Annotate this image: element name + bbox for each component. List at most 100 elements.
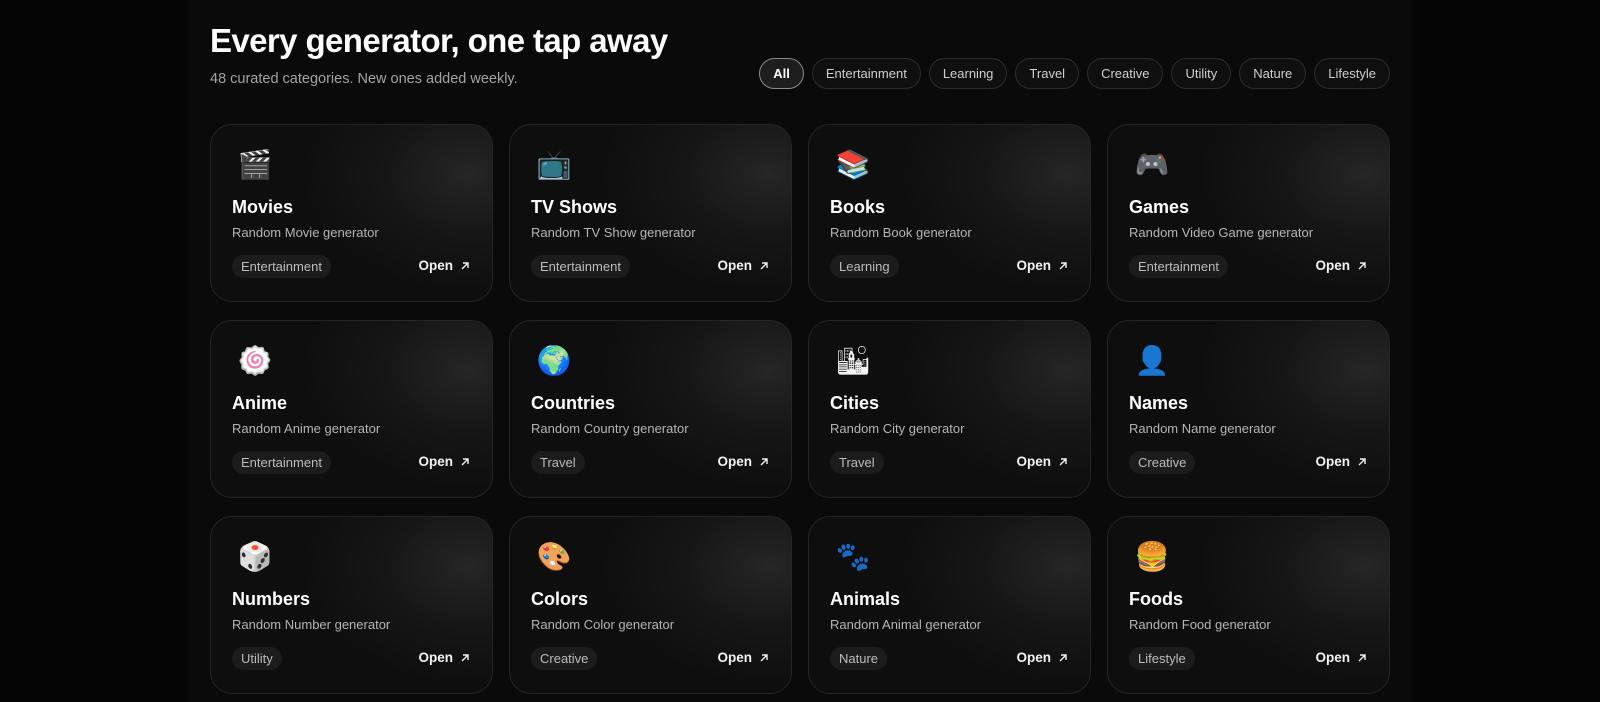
generator-grid: 🎬 Movies Random Movie generator Entertai… [210,124,1390,694]
filter-chip-utility[interactable]: Utility [1171,58,1232,89]
globe-icon: 🌍 [536,344,572,377]
category-tag: Entertainment [531,255,630,278]
paw-prints-icon: 🐾 [835,540,871,573]
card-description: Random Number generator [232,617,391,632]
open-label: Open [418,650,453,665]
arrow-up-right-icon [461,653,469,661]
generator-card-colors[interactable]: 🎨 Colors Random Color generator Creative… [509,516,792,694]
card-title: Foods [1129,589,1183,609]
open-link[interactable]: Open [717,454,769,469]
generator-card-games[interactable]: 🎮 Games Random Video Game generator Ente… [1107,124,1390,302]
category-tag: Creative [531,647,598,670]
card-title: Games [1129,197,1190,217]
category-tag: Lifestyle [1129,647,1195,670]
card-description: Random Country generator [531,421,689,436]
open-link[interactable]: Open [1315,650,1367,665]
card-title: Cities [830,393,880,413]
open-label: Open [1315,258,1350,273]
card-description: Random City generator [830,421,965,436]
arrow-up-right-icon [760,261,768,269]
open-link[interactable]: Open [1016,258,1068,273]
generator-card-names[interactable]: 👤 Names Random Name generator Creative O… [1107,320,1390,498]
card-title: TV Shows [531,197,618,217]
page-subtitle: 48 curated categories. New ones added we… [210,71,518,87]
category-filter-bar: All Entertainment Learning Travel Creati… [759,58,1390,89]
arrow-up-right-icon [1358,653,1366,661]
card-description: Random Video Game generator [1129,225,1314,240]
dice-icon: 🎲 [237,540,273,573]
arrow-up-right-icon [461,457,469,465]
cityscape-icon: 🏙 [835,344,871,377]
card-title: Numbers [232,589,311,609]
open-label: Open [717,454,752,469]
filter-chip-learning[interactable]: Learning [928,58,1008,89]
arrow-up-right-icon [760,457,768,465]
open-label: Open [418,454,453,469]
generator-card-animals[interactable]: 🐾 Animals Random Animal generator Nature… [808,516,1091,694]
filter-chip-entertainment[interactable]: Entertainment [811,58,921,89]
generator-card-movies[interactable]: 🎬 Movies Random Movie generator Entertai… [210,124,493,302]
category-tag: Learning [830,255,899,278]
filter-chip-lifestyle[interactable]: Lifestyle [1314,58,1390,89]
generator-card-tv-shows[interactable]: 📺 TV Shows Random TV Show generator Ente… [509,124,792,302]
card-title: Movies [232,197,294,217]
burger-icon: 🍔 [1134,540,1170,573]
arrow-up-right-icon [1059,653,1067,661]
arrow-up-right-icon [760,653,768,661]
category-tag: Entertainment [232,255,331,278]
clapper-board-icon: 🎬 [237,148,273,181]
card-title: Countries [531,393,616,413]
fish-cake-icon: 🍥 [237,344,273,377]
television-icon: 📺 [536,148,572,181]
generator-card-anime[interactable]: 🍥 Anime Random Anime generator Entertain… [210,320,493,498]
open-label: Open [1016,650,1051,665]
card-description: Random Anime generator [232,421,381,436]
filter-chip-creative[interactable]: Creative [1087,58,1164,89]
filter-chip-travel[interactable]: Travel [1015,58,1080,89]
card-description: Random Food generator [1129,617,1271,632]
generator-card-cities[interactable]: 🏙 Cities Random City generator Travel Op… [808,320,1091,498]
open-label: Open [1016,258,1051,273]
open-link[interactable]: Open [418,650,470,665]
card-title: Anime [232,393,288,413]
category-tag: Nature [830,647,888,670]
open-link[interactable]: Open [717,650,769,665]
generator-card-numbers[interactable]: 🎲 Numbers Random Number generator Utilit… [210,516,493,694]
open-label: Open [1315,454,1350,469]
palette-icon: 🎨 [536,540,572,573]
generator-card-foods[interactable]: 🍔 Foods Random Food generator Lifestyle … [1107,516,1390,694]
open-label: Open [717,258,752,273]
category-tag: Creative [1129,451,1196,474]
arrow-up-right-icon [1358,457,1366,465]
arrow-up-right-icon [461,261,469,269]
open-link[interactable]: Open [1016,650,1068,665]
generator-card-books[interactable]: 📚 Books Random Book generator Learning O… [808,124,1091,302]
category-tag: Travel [531,451,585,474]
card-description: Random TV Show generator [531,225,696,240]
card-description: Random Movie generator [232,225,379,240]
open-link[interactable]: Open [418,454,470,469]
open-link[interactable]: Open [1315,258,1367,273]
arrow-up-right-icon [1358,261,1366,269]
open-label: Open [1315,650,1350,665]
card-title: Animals [830,589,901,609]
open-label: Open [418,258,453,273]
category-tag: Travel [830,451,884,474]
open-link[interactable]: Open [418,258,470,273]
open-link[interactable]: Open [717,258,769,273]
card-title: Colors [531,589,589,609]
game-controller-icon: 🎮 [1134,148,1170,181]
books-icon: 📚 [835,148,871,181]
arrow-up-right-icon [1059,457,1067,465]
open-label: Open [717,650,752,665]
generator-card-countries[interactable]: 🌍 Countries Random Country generator Tra… [509,320,792,498]
filter-chip-all[interactable]: All [759,58,804,89]
category-tag: Entertainment [232,451,331,474]
open-link[interactable]: Open [1315,454,1367,469]
card-description: Random Book generator [830,225,972,240]
category-tag: Entertainment [1129,255,1228,278]
filter-chip-nature[interactable]: Nature [1239,58,1307,89]
card-description: Random Animal generator [830,617,982,632]
open-link[interactable]: Open [1016,454,1068,469]
person-silhouette-icon: 👤 [1134,344,1170,377]
